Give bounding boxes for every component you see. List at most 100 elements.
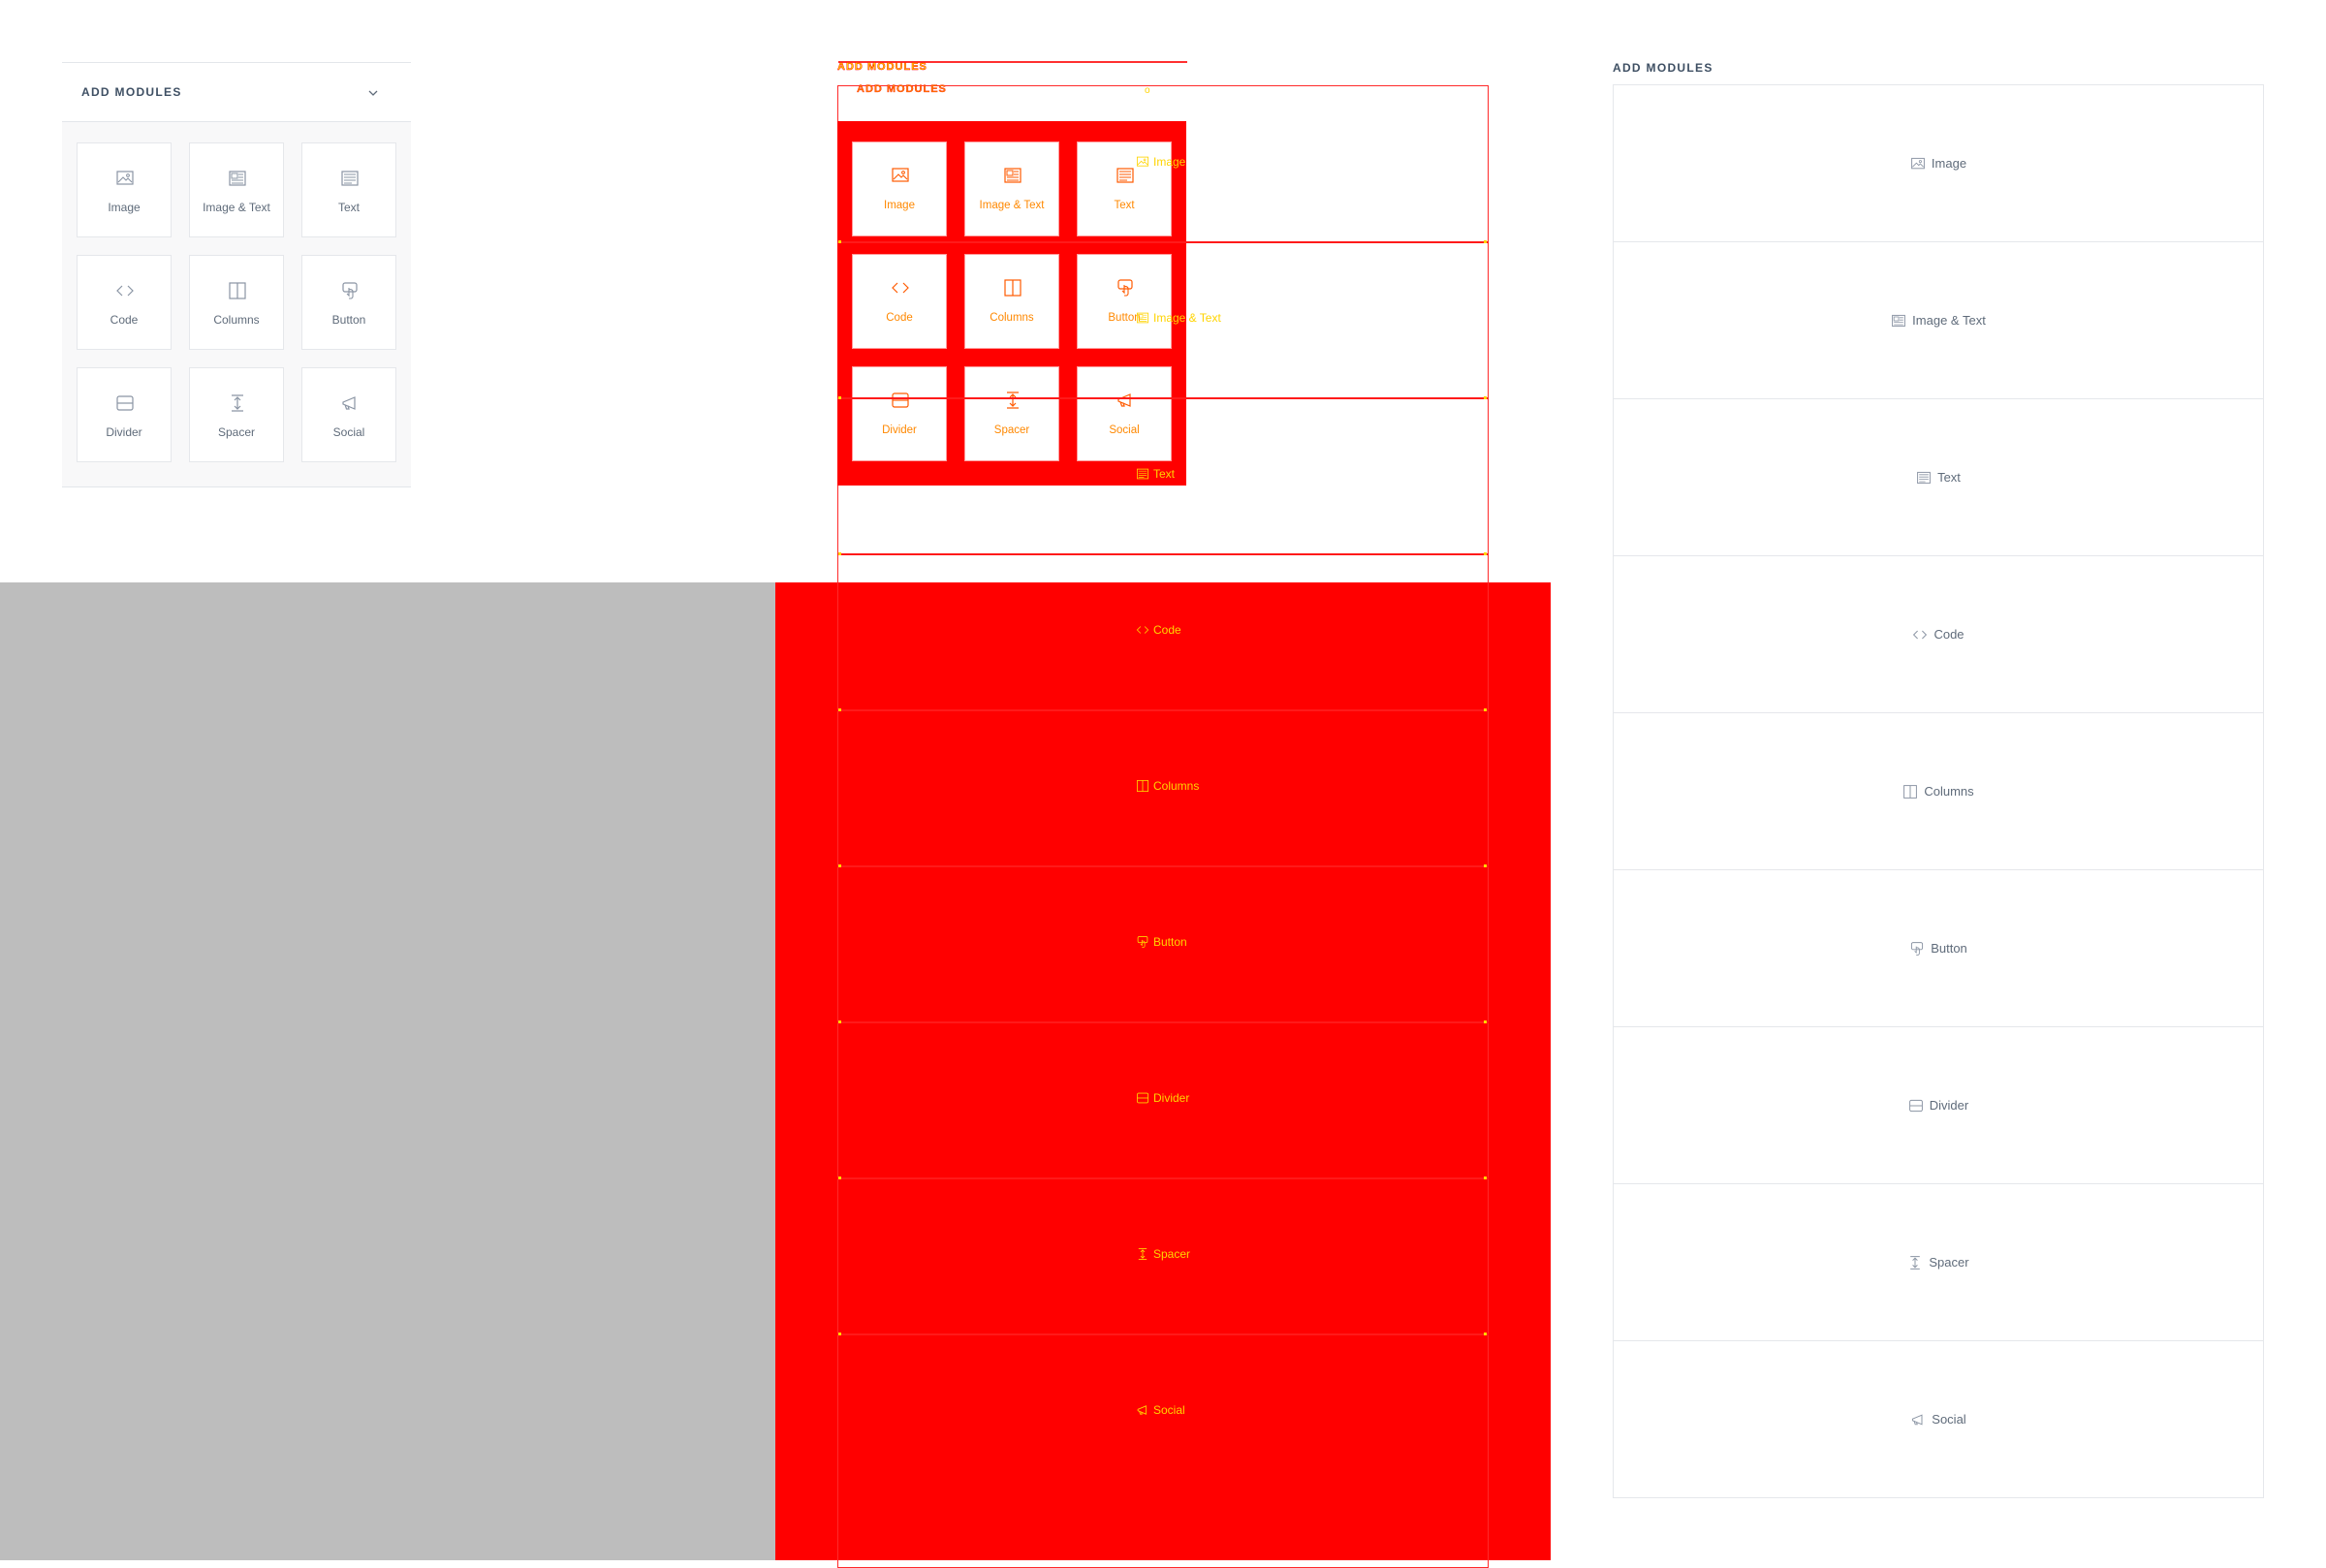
module-tile-label: Columns <box>213 313 260 327</box>
panel-title: ADD MODULES <box>81 85 182 99</box>
module-list-item-label: Text <box>1937 470 1961 485</box>
module-list-item[interactable]: Image & Text <box>1614 242 2263 399</box>
image-text-icon <box>229 171 246 186</box>
debug-module-tile-label: Text <box>1114 200 1135 211</box>
debug-row-label: Button <box>1136 935 1187 949</box>
button-icon <box>1911 941 1924 956</box>
module-tile[interactable]: Spacer <box>189 367 284 462</box>
image-icon <box>116 171 134 185</box>
module-list-item[interactable]: Code <box>1614 556 2263 713</box>
module-list-item[interactable]: Columns <box>1614 713 2263 870</box>
text-icon <box>341 171 359 186</box>
module-tile[interactable]: Social <box>301 367 396 462</box>
module-list-item[interactable]: Text <box>1614 399 2263 556</box>
image-text-icon <box>1004 168 1022 183</box>
module-tile[interactable]: Button <box>301 255 396 350</box>
debug-module-tile[interactable]: Image <box>852 141 947 236</box>
debug-row-label-text: Text <box>1153 467 1176 481</box>
debug-row-label: Image <box>1136 155 1185 169</box>
debug-row-label: Columns <box>1136 779 1199 793</box>
debug-row-divider <box>837 1333 1489 1335</box>
debug-row-label-text: Columns <box>1153 779 1200 793</box>
debug-row-label-text: Social <box>1153 1403 1185 1417</box>
debug-module-tile[interactable]: Code <box>852 254 947 349</box>
debug-row-label: Spacer <box>1136 1247 1190 1261</box>
debug-row-label-text: Code <box>1153 623 1181 637</box>
debug-marker <box>1484 1333 1487 1335</box>
debug-row-label: Text <box>1136 467 1175 481</box>
module-list-item-label: Image <box>1931 156 1967 171</box>
spacer-icon <box>232 394 243 412</box>
debug-row-label-text: Image & Text <box>1153 311 1221 325</box>
module-tile[interactable]: Image & Text <box>189 142 284 237</box>
columns-icon <box>229 282 246 299</box>
module-tile-label: Divider <box>106 425 142 439</box>
module-list-item[interactable]: Spacer <box>1614 1184 2263 1341</box>
spacer-icon <box>1910 1255 1921 1270</box>
debug-marker <box>1484 864 1487 867</box>
debug-panel-subtitle: ADD MODULES <box>857 83 947 95</box>
divider-icon <box>116 395 134 411</box>
background-block <box>0 582 775 1560</box>
debug-marker <box>838 708 841 711</box>
module-tile-label: Spacer <box>217 425 256 439</box>
debug-panel-title: ADD MODULES <box>837 61 927 73</box>
image-text-icon <box>1136 312 1149 324</box>
debug-marker <box>838 1020 841 1023</box>
module-tile[interactable]: Text <box>301 142 396 237</box>
divider-icon <box>892 392 909 408</box>
debug-row-label: Code <box>1136 623 1181 637</box>
debug-row-divider <box>837 397 1489 399</box>
columns-icon <box>1903 784 1918 799</box>
debug-marker <box>1484 552 1487 555</box>
debug-row-label-text: Spacer <box>1153 1247 1191 1261</box>
debug-module-tile[interactable]: Spacer <box>964 366 1059 461</box>
debug-module-tile-label: Columns <box>990 312 1034 324</box>
module-list-item[interactable]: Button <box>1614 870 2263 1027</box>
debug-module-grid: Image Image & Text Text Code Columns Button Di… <box>837 121 1186 486</box>
module-tile[interactable]: Image <box>77 142 172 237</box>
panel-header[interactable]: ADD MODULES <box>62 63 411 121</box>
module-list-item-label: Button <box>1931 941 1967 956</box>
divider-icon <box>1908 1099 1923 1112</box>
debug-module-tile[interactable]: Image & Text <box>964 141 1059 236</box>
debug-module-tile-label: Divider <box>882 424 917 436</box>
debug-marker <box>838 552 841 555</box>
debug-row-label: Social <box>1136 1403 1185 1417</box>
module-list-item-label: Spacer <box>1929 1255 1969 1270</box>
debug-module-tile[interactable]: Columns <box>964 254 1059 349</box>
debug-marker <box>838 240 841 243</box>
image-icon <box>1911 157 1925 169</box>
module-list-item-label: Columns <box>1924 784 1974 799</box>
module-tile[interactable]: Code <box>77 255 172 350</box>
chevron-down-icon[interactable] <box>366 86 380 100</box>
debug-row-label-text: Button <box>1153 935 1187 949</box>
module-tile[interactable]: Divider <box>77 367 172 462</box>
debug-row-divider <box>837 241 1489 243</box>
debug-module-tile[interactable]: Divider <box>852 366 947 461</box>
debug-marker <box>1484 240 1487 243</box>
button-icon <box>342 282 358 299</box>
module-list-item[interactable]: Social <box>1614 1341 2263 1497</box>
debug-module-tile-label: Image & Text <box>979 200 1045 211</box>
spacer-icon <box>1138 1247 1147 1261</box>
module-tile-label: Code <box>110 313 139 327</box>
code-icon <box>1136 626 1149 634</box>
debug-marker <box>838 1176 841 1179</box>
image-text-icon <box>1892 314 1906 327</box>
debug-module-tile[interactable]: Button <box>1077 254 1172 349</box>
module-list-item[interactable]: Image <box>1614 85 2263 242</box>
module-tile-label: Social <box>332 425 365 439</box>
module-tile-label: Text <box>337 201 360 214</box>
debug-marker <box>838 864 841 867</box>
module-tile-label: Image <box>108 201 141 214</box>
debug-row-label: Image & Text <box>1136 311 1221 325</box>
debug-module-tile[interactable]: Social <box>1077 366 1172 461</box>
text-icon <box>1136 468 1149 480</box>
code-icon <box>116 285 134 297</box>
module-tile[interactable]: Columns <box>189 255 284 350</box>
module-list-item[interactable]: Divider <box>1614 1027 2263 1184</box>
debug-row-label-text: Image <box>1153 155 1186 169</box>
debug-marker <box>1484 708 1487 711</box>
debug-row-label-text: Divider <box>1153 1091 1190 1105</box>
